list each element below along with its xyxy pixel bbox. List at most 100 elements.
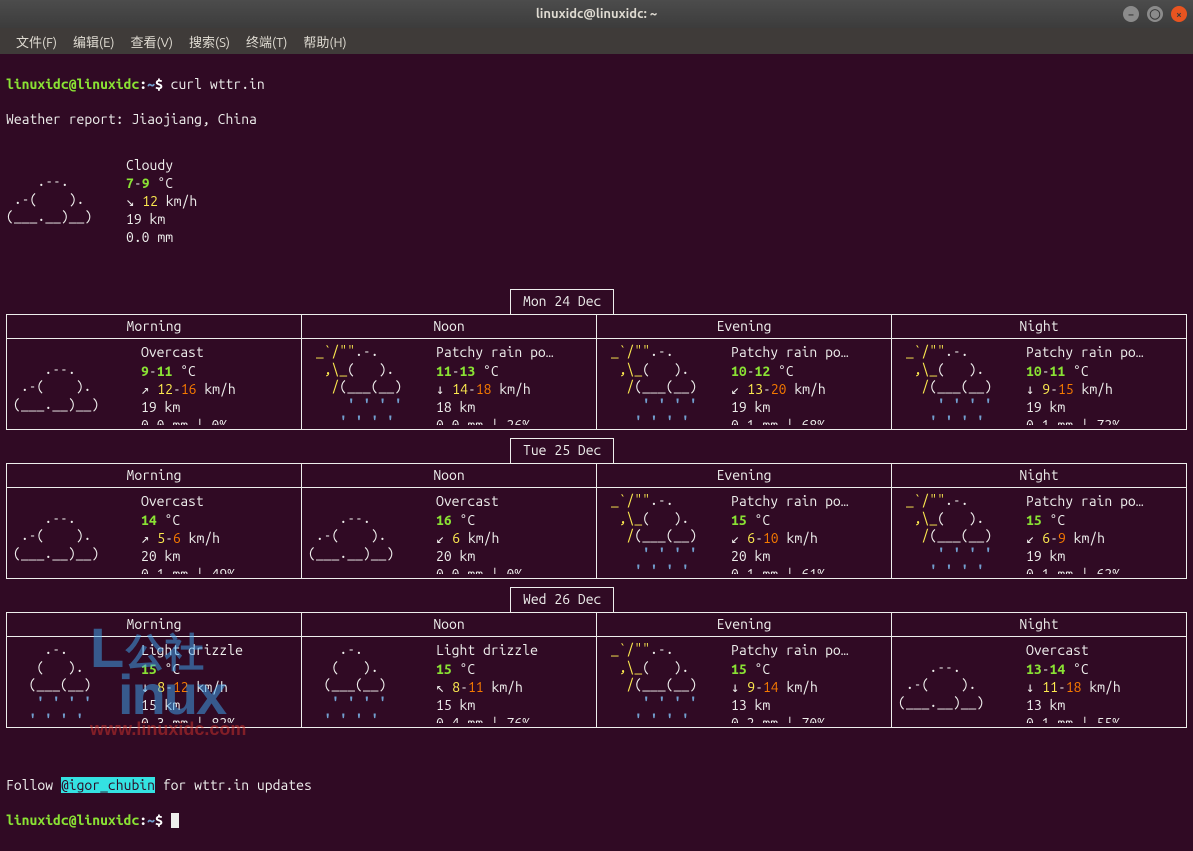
menu-search[interactable]: 搜索(S) (183, 30, 236, 53)
condition: Light drizzle (436, 641, 590, 659)
temperature: 10-12 °C (731, 362, 885, 380)
temperature: 15 °C (731, 660, 885, 678)
command-text: curl wttr.in (171, 76, 265, 92)
visibility: 19 km (1026, 547, 1180, 565)
wind: ↙ 6-9 km/h (1026, 529, 1180, 547)
day-grid: Morning .--. .-( ). (___.__)__) Overcast… (6, 463, 1187, 580)
period-morning: Morning .-. ( ). (___(__) ' ' ' ' ' ' ' … (7, 613, 302, 728)
close-button[interactable]: × (1171, 6, 1187, 22)
precipitation: 0.1 mm | 72% (1026, 416, 1180, 425)
rain-icon: _`/"".-. ,\_( ). /(___(__) ' ' ' ' ' ' '… (603, 492, 723, 574)
condition: Patchy rain po… (436, 343, 590, 361)
minimize-button[interactable]: – (1123, 6, 1139, 22)
temperature: 16 °C (436, 511, 590, 529)
forecast-day: Wed 26 DecMorning .-. ( ). (___(__) ' ' … (6, 587, 1187, 728)
period-evening: Evening _`/"".-. ,\_( ). /(___(__) ' ' '… (597, 613, 892, 728)
condition: Patchy rain po… (1026, 343, 1180, 361)
terminal-area[interactable]: linuxidc@linuxidc:~$ curl wttr.in Weathe… (0, 54, 1193, 851)
condition: Overcast (436, 492, 590, 510)
condition: Overcast (141, 492, 295, 510)
rain-icon: _`/"".-. ,\_( ). /(___(__) ' ' ' ' ' ' '… (603, 343, 723, 425)
rain-icon: _`/"".-. ,\_( ). /(___(__) ' ' ' ' ' ' '… (603, 641, 723, 723)
period-noon: Noon .-. ( ). (___(__) ' ' ' ' ' ' ' ' L… (302, 613, 597, 728)
condition: Patchy rain po… (731, 343, 885, 361)
current-precip: 0.0 mm (126, 228, 1187, 246)
condition: Patchy rain po… (731, 641, 885, 659)
rain-icon: _`/"".-. ,\_( ). /(___(__) ' ' ' ' ' ' '… (898, 492, 1018, 574)
day-grid: Morning .-. ( ). (___(__) ' ' ' ' ' ' ' … (6, 612, 1187, 729)
drizzle-icon: .-. ( ). (___(__) ' ' ' ' ' ' ' ' (13, 641, 133, 723)
wind: ↗ 12-16 km/h (141, 380, 295, 398)
condition: Patchy rain po… (1026, 492, 1180, 510)
wind: ↓ 9-14 km/h (731, 678, 885, 696)
visibility: 19 km (731, 398, 885, 416)
window-title: linuxidc@linuxidc: ~ (536, 7, 657, 21)
prompt-line: linuxidc@linuxidc:~$ curl wttr.in (6, 76, 1187, 94)
temperature: 14 °C (141, 511, 295, 529)
overcast-icon: .--. .-( ). (___.__)__) (308, 492, 428, 574)
menu-file[interactable]: 文件(F) (10, 30, 63, 53)
date-header: Mon 24 Dec (510, 289, 614, 315)
menu-help[interactable]: 帮助(H) (297, 30, 352, 53)
temperature: 10-11 °C (1026, 362, 1180, 380)
wind: ↙ 6 km/h (436, 529, 590, 547)
date-header: Tue 25 Dec (510, 438, 614, 464)
menu-terminal[interactable]: 终端(T) (240, 30, 293, 53)
current-weather: .--. .-( ). (___.__)__) Cloudy 7-9 °C ↘ … (6, 156, 1187, 247)
precipitation: 0.1 mm | 62% (1026, 565, 1180, 574)
period-header: Night (892, 613, 1186, 638)
precipitation: 0.4 mm | 76% (436, 714, 590, 723)
current-temp: 7-9 °C (126, 174, 1187, 192)
menu-view[interactable]: 查看(V) (125, 30, 179, 53)
forecast-day: Tue 25 DecMorning .--. .-( ). (___.__)__… (6, 438, 1187, 579)
visibility: 15 km (141, 696, 295, 714)
wind: ↙ 6-10 km/h (731, 529, 885, 547)
period-header: Evening (597, 464, 891, 489)
precipitation: 0.3 mm | 82% (141, 714, 295, 723)
period-header: Night (892, 464, 1186, 489)
visibility: 13 km (1026, 696, 1180, 714)
wind: ↓ 8-12 km/h (141, 678, 295, 696)
report-header: Weather report: Jiaojiang, China (6, 111, 1187, 129)
visibility: 20 km (436, 547, 590, 565)
period-night: Night _`/"".-. ,\_( ). /(___(__) ' ' ' '… (892, 464, 1186, 579)
window-controls: – ◯ × (1123, 6, 1187, 22)
visibility: 20 km (731, 547, 885, 565)
wind: ↙ 13-20 km/h (731, 380, 885, 398)
wind: ↓ 9-15 km/h (1026, 380, 1180, 398)
overcast-icon: .--. .-( ). (___.__)__) (898, 641, 1018, 723)
forecast-day: Mon 24 Dec Morning .--. .-( ). (___.__)__… (6, 289, 1187, 430)
window-titlebar: linuxidc@linuxidc: ~ – ◯ × (0, 0, 1193, 28)
drizzle-icon: .-. ( ). (___(__) ' ' ' ' ' ' ' ' (308, 641, 428, 723)
current-vis: 19 km (126, 210, 1187, 228)
temperature: 13-14 °C (1026, 660, 1180, 678)
period-night: Night _`/"".-. ,\_( ). /(___(__) ' ' ' '… (892, 315, 1186, 430)
visibility: 18 km (436, 398, 590, 416)
wind: ↓ 11-18 km/h (1026, 678, 1180, 696)
visibility: 13 km (731, 696, 885, 714)
precipitation: 0.0 mm | 0% (436, 565, 590, 574)
current-condition: Cloudy (126, 156, 1187, 174)
temperature: 15 °C (731, 511, 885, 529)
period-header: Evening (597, 315, 891, 340)
twitter-handle: @igor_chubin (61, 777, 155, 793)
temperature: 15 °C (436, 660, 590, 678)
day-grid: Morning .--. .-( ). (___.__)__) Overcast… (6, 314, 1187, 431)
rain-icon: _`/"".-. ,\_( ). /(___(__) ' ' ' ' ' ' '… (308, 343, 428, 425)
maximize-button[interactable]: ◯ (1147, 6, 1163, 22)
rain-icon: _`/"".-. ,\_( ). /(___(__) ' ' ' ' ' ' '… (898, 343, 1018, 425)
period-noon: Noon _`/"".-. ,\_( ). /(___(__) ' ' ' ' … (302, 315, 597, 430)
period-header: Noon (302, 464, 596, 489)
visibility: 19 km (141, 398, 295, 416)
condition: Patchy rain po… (731, 492, 885, 510)
visibility: 20 km (141, 547, 295, 565)
prompt-user: linuxidc@linuxidc (6, 76, 139, 92)
temperature: 9-11 °C (141, 362, 295, 380)
period-noon: Noon .--. .-( ). (___.__)__) Overcast 16… (302, 464, 597, 579)
precipitation: 0.1 mm | 68% (731, 416, 885, 425)
menu-edit[interactable]: 编辑(E) (67, 30, 120, 53)
precipitation: 0.2 mm | 70% (731, 714, 885, 723)
period-morning: Morning .--. .-( ). (___.__)__) Overcast… (7, 315, 302, 430)
temperature: 11-13 °C (436, 362, 590, 380)
precipitation: 0.1 mm | 49% (141, 565, 295, 574)
